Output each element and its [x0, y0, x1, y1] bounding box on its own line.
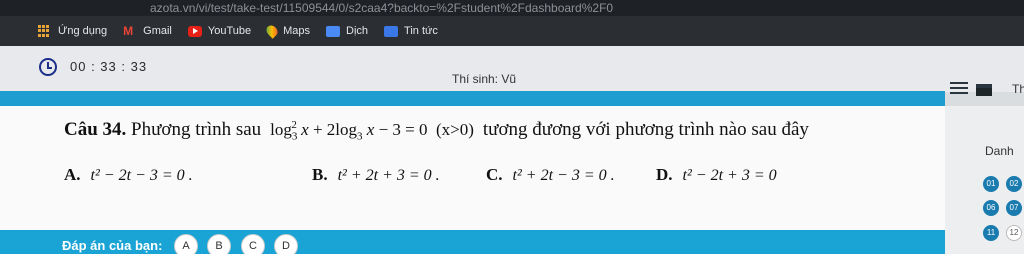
option-a-button[interactable]: A [174, 234, 198, 254]
option-d-button[interactable]: D [274, 234, 298, 254]
header-stripe [0, 91, 945, 106]
choice-letter: C. [486, 165, 503, 184]
bookmark-apps[interactable]: Ứng dụng [38, 25, 107, 37]
question-number-button[interactable]: 06 [983, 200, 999, 216]
bookmark-label: Dịch [346, 25, 369, 37]
youtube-icon [187, 25, 202, 37]
choice-text: t² − 2t − 3 = 0 . [90, 167, 193, 184]
choice-letter: D. [656, 165, 673, 184]
question-number-button[interactable]: 07 [1006, 200, 1022, 216]
maps-icon [264, 23, 280, 39]
answer-bar: Đáp án của bạn: A B C D [0, 230, 945, 254]
bookmark-label: YouTube [207, 25, 252, 37]
grid-view-icon[interactable] [976, 84, 992, 96]
choice-b: B. t² + 2t + 3 = 0 . [312, 165, 440, 185]
bookmark-label: Maps [283, 25, 311, 37]
address-bar[interactable]: azota.vn/vi/test/take-test/11509544/0/s2… [0, 0, 1024, 16]
bookmark-translate[interactable]: Dịch [326, 25, 368, 37]
bookmark-maps[interactable]: Maps [264, 23, 311, 39]
choice-letter: B. [312, 165, 328, 184]
question-prefix: Phương trình sau [131, 119, 262, 140]
question-equation: log32 x + 2log3 x − 3 = 0 (x>0) [265, 119, 479, 143]
choice-text: t² − 2t + 3 = 0 [682, 167, 777, 184]
url-text: azota.vn/vi/test/take-test/11509544/0/s2… [150, 1, 614, 15]
countdown-timer: 00 : 33 : 33 [70, 59, 148, 74]
question-text: Câu 34. Phương trình sau log32 x + 2log3… [64, 119, 809, 142]
gmail-icon: M [123, 24, 134, 38]
student-name: Thí sinh: Vũ [452, 72, 517, 86]
apps-icon [38, 25, 50, 37]
choice-c: C. t² + 2t − 3 = 0 . [486, 165, 615, 185]
bookmarks-bar: Ứng dụng M Gmail YouTube Maps Dịch Tin t… [0, 16, 1024, 46]
choice-text: t² + 2t + 3 = 0 . [337, 167, 440, 184]
question-number-button[interactable]: 11 [983, 225, 999, 241]
question-number-button[interactable]: 02 [1006, 176, 1022, 192]
question-suffix: tương đương với phương trình nào sau đây [482, 119, 809, 140]
bookmark-news[interactable]: Tin tức [384, 25, 438, 37]
translate-icon [326, 25, 341, 37]
exam-header: 00 : 33 : 33 Thí sinh: Vũ Th [0, 46, 1024, 96]
choice-d: D. t² − 2t + 3 = 0 [656, 165, 777, 185]
panel-title: Danh [985, 144, 1014, 158]
bookmark-label: Ứng dụng [58, 25, 108, 37]
news-icon [384, 25, 399, 37]
clock-icon [39, 58, 57, 76]
question-number-button[interactable]: 01 [983, 176, 999, 192]
bookmark-youtube[interactable]: YouTube [187, 25, 252, 37]
question-number: Câu 34. [64, 119, 127, 140]
question-panel: Câu 34. Phương trình sau log32 x + 2log3… [0, 106, 945, 254]
question-number-button[interactable]: 12 [1006, 225, 1022, 241]
list-view-icon[interactable] [950, 82, 968, 96]
bookmark-gmail[interactable]: M Gmail [123, 24, 172, 38]
bookmark-label: Tin tức [404, 25, 438, 37]
answer-label: Đáp án của bạn: [62, 238, 163, 253]
choice-a: A. t² − 2t − 3 = 0 . [64, 165, 193, 185]
choice-text: t² + 2t − 3 = 0 . [512, 167, 615, 184]
question-list-panel: Danh 01 02 06 07 11 12 [945, 106, 1024, 254]
option-c-button[interactable]: C [241, 234, 265, 254]
option-b-button[interactable]: B [207, 234, 231, 254]
bookmark-label: Gmail [143, 25, 172, 37]
choice-letter: A. [64, 165, 81, 184]
right-header-text: Th [1012, 82, 1024, 96]
